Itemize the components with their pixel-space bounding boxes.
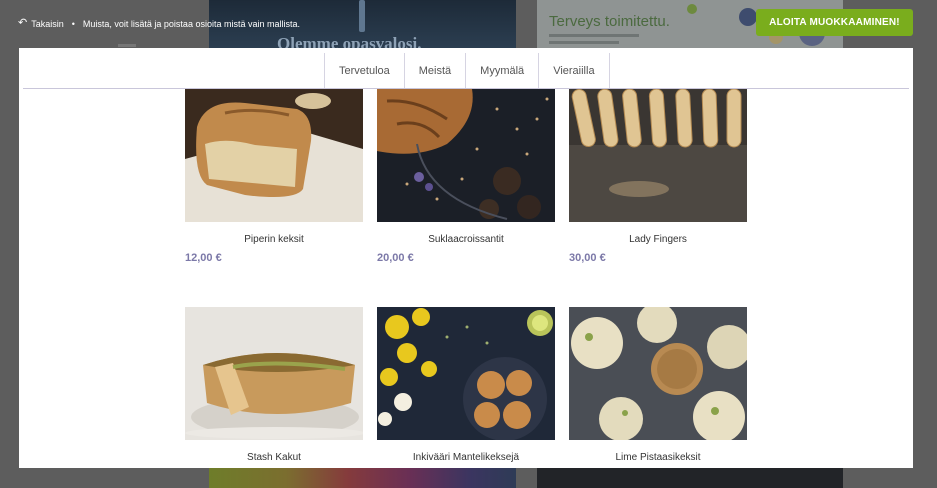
back-arrow-icon[interactable]: ↶ [18, 18, 27, 29]
background-text-line [549, 41, 619, 44]
product-name: Inkivääri Mantelikeksejä [412, 452, 520, 463]
product-image[interactable] [185, 307, 363, 440]
site-navigation: Tervetuloa Meistä Myymälä Vieraiilla [19, 48, 913, 89]
product-name: Lime Pistaasikeksit [615, 452, 701, 463]
product-price: 30,00 € [569, 252, 606, 264]
nav-tab-meista[interactable]: Meistä [405, 53, 467, 89]
template-preview: Tervetuloa Meistä Myymälä Vieraiilla Pip [19, 48, 913, 468]
nav-tab-vieraiilla[interactable]: Vieraiilla [539, 53, 610, 89]
separator: • [71, 18, 75, 29]
nav-tabs: Tervetuloa Meistä Myymälä Vieraiilla [324, 53, 610, 89]
nav-tab-myymala[interactable]: Myymälä [466, 53, 540, 89]
start-editing-button[interactable]: ALOITA MUOKKAAMINEN! [756, 9, 913, 36]
berry-graphic [687, 4, 697, 14]
product-image[interactable] [377, 89, 555, 222]
product-name: Stash Kakut [247, 452, 301, 463]
topbar: ↶ Takaisin • Muista, voit lisätä ja pois… [18, 18, 300, 29]
product-card[interactable]: Stash Kakut [185, 307, 363, 464]
background-template-preview [537, 466, 843, 488]
product-image[interactable] [377, 307, 555, 440]
product-card[interactable]: Lady Fingers 30,00 € [569, 89, 747, 264]
product-name: Piperin keksit [244, 234, 304, 245]
product-image[interactable] [569, 89, 747, 222]
back-link[interactable]: Takaisin [31, 19, 64, 29]
product-name: Lady Fingers [629, 234, 687, 245]
background-text-line [549, 34, 639, 37]
product-card[interactable]: Inkivääri Mantelikeksejä [377, 307, 555, 464]
background-template-preview [209, 466, 516, 488]
template-notice: Muista, voit lisätä ja poistaa osioita m… [82, 18, 300, 29]
lighthouse-graphic [359, 0, 365, 32]
background-text-line [118, 44, 136, 47]
product-price: 20,00 € [377, 252, 414, 264]
product-card[interactable]: Lime Pistaasikeksit [569, 307, 747, 464]
product-card[interactable]: Suklaacroissantit 20,00 € [377, 89, 555, 264]
product-card[interactable]: Piperin keksit 12,00 € [185, 89, 363, 264]
product-image[interactable] [185, 89, 363, 222]
berry-graphic [739, 8, 757, 26]
product-name: Suklaacroissantit [428, 234, 504, 245]
product-image[interactable] [569, 307, 747, 440]
nav-tab-tervetuloa[interactable]: Tervetuloa [325, 53, 405, 89]
product-price: 12,00 € [185, 252, 222, 264]
background-headline: Terveys toimitettu. [549, 13, 670, 30]
